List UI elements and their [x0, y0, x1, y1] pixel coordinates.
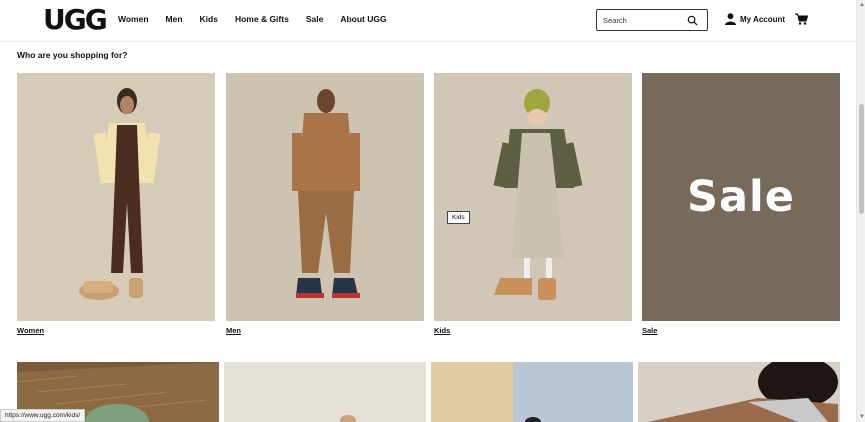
- user-icon: [725, 13, 736, 25]
- sale-overlay-text: Sale: [687, 172, 795, 222]
- site-header: UGG Women Men Kids Home & Gifts Sale Abo…: [0, 0, 856, 42]
- main-nav: Women Men Kids Home & Gifts Sale About U…: [118, 14, 404, 24]
- kids-card[interactable]: [434, 73, 632, 321]
- men-card[interactable]: [226, 73, 424, 321]
- ugg-logo[interactable]: UGG: [43, 6, 108, 34]
- kids-tooltip: Kids: [447, 211, 470, 224]
- section-title: Who are you shopping for?: [17, 50, 128, 60]
- kids-label[interactable]: Kids: [434, 326, 450, 335]
- scroll-up-arrow-icon[interactable]: ▲: [859, 2, 865, 8]
- cart-icon[interactable]: [795, 13, 808, 25]
- scroll-down-arrow-icon[interactable]: ▼: [859, 414, 865, 420]
- account-label: My Account: [740, 14, 786, 24]
- row2-photo-2: [224, 362, 426, 422]
- men-photo: [226, 73, 424, 321]
- nav-sale[interactable]: Sale: [306, 14, 324, 24]
- nav-women[interactable]: Women: [118, 14, 149, 24]
- kids-photo: [434, 73, 632, 321]
- search-box[interactable]: [596, 9, 708, 31]
- women-photo: [17, 73, 215, 321]
- sale-label[interactable]: Sale: [642, 326, 657, 335]
- page-scrollbar[interactable]: ▲ ▼: [856, 0, 865, 422]
- my-account-link[interactable]: My Account: [725, 13, 785, 25]
- row2-photo-3: [431, 362, 633, 422]
- status-bar-url: https://www.ugg.com/kids/: [0, 409, 86, 422]
- women-label[interactable]: Women: [17, 326, 44, 335]
- row2-image-3[interactable]: [431, 362, 633, 422]
- nav-home-gifts[interactable]: Home & Gifts: [235, 14, 289, 24]
- search-input[interactable]: [597, 10, 682, 31]
- nav-kids[interactable]: Kids: [200, 14, 218, 24]
- search-icon[interactable]: [687, 15, 698, 26]
- scroll-thumb[interactable]: [859, 104, 864, 214]
- row2-image-2[interactable]: [224, 362, 426, 422]
- row2-photo-4: [638, 362, 840, 422]
- nav-men[interactable]: Men: [166, 14, 183, 24]
- sale-card[interactable]: Sale: [642, 73, 840, 321]
- women-card[interactable]: [17, 73, 215, 321]
- men-label[interactable]: Men: [226, 326, 241, 335]
- nav-about-ugg[interactable]: About UGG: [340, 14, 386, 24]
- row2-image-4[interactable]: [638, 362, 840, 422]
